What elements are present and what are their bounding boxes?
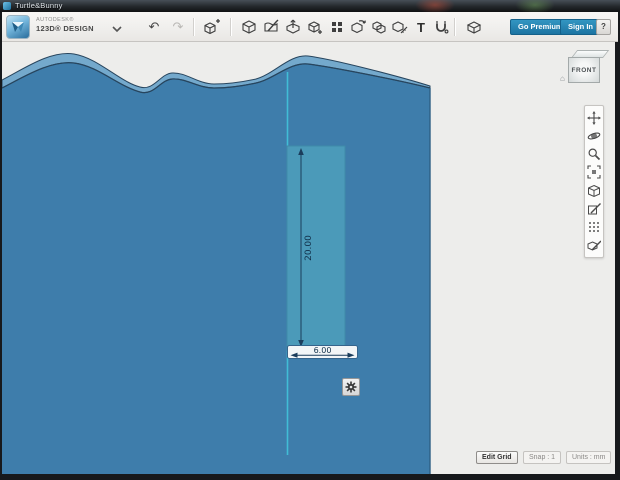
fit-icon[interactable] <box>586 164 602 180</box>
navigation-toolbar <box>584 105 604 258</box>
units-setting-button[interactable]: Units : mm <box>566 451 612 464</box>
app-taskbar-icon <box>3 2 11 10</box>
outline-visibility-icon[interactable] <box>586 201 602 217</box>
brand-text: AUTODESK® 123D® DESIGN <box>36 17 94 33</box>
snap-icon[interactable] <box>432 18 450 36</box>
toolbar-divider <box>230 18 231 36</box>
width-dimension-value[interactable]: 6.00 <box>314 346 332 355</box>
brand-autodesk: AUTODESK® <box>36 17 74 23</box>
pattern-icon[interactable] <box>328 18 346 36</box>
app-window: Turtle&Bunny AUTODESK® 123D® DESIGN ↶ ↷ <box>0 0 620 480</box>
materials-icon[interactable] <box>465 18 483 36</box>
window-titlebar: Turtle&Bunny <box>0 0 620 12</box>
grouping-icon[interactable] <box>349 18 367 36</box>
menu-chevron-down-icon[interactable] <box>108 20 126 38</box>
construct-icon[interactable] <box>284 18 302 36</box>
app-logo-icon <box>6 15 30 39</box>
wave-solid-body[interactable] <box>2 62 430 474</box>
snap-setting-button[interactable]: Snap : 1 <box>523 451 562 464</box>
combine-icon[interactable] <box>370 18 388 36</box>
height-dimension-label[interactable]: 20.00 <box>304 235 314 261</box>
sketch-rectangle[interactable] <box>286 145 346 351</box>
home-icon[interactable]: ⌂ <box>560 74 565 83</box>
shading-mode-icon[interactable] <box>586 183 602 199</box>
window-title: Turtle&Bunny <box>15 1 63 10</box>
glass-reflection <box>515 0 555 12</box>
edit-grid-button[interactable]: Edit Grid <box>476 451 518 464</box>
text-tool-icon[interactable]: T <box>412 18 430 36</box>
scene-svg: 20.00 6.00 <box>2 52 431 474</box>
toolbar-divider <box>193 18 194 36</box>
transform-icon[interactable] <box>203 18 221 36</box>
modeling-canvas: 20.00 6.00 FRONT ⌂ Edit Grid Snap: 1 Un… <box>2 42 615 474</box>
sketch-icon[interactable] <box>262 18 280 36</box>
gear-icon <box>345 381 357 393</box>
modify-icon[interactable] <box>306 18 324 36</box>
zoom-icon[interactable] <box>586 146 602 162</box>
grid-visibility-icon[interactable] <box>586 219 602 235</box>
redo-button[interactable]: ↷ <box>169 18 187 36</box>
view-cube[interactable]: FRONT ⌂ <box>560 50 610 88</box>
pan-icon[interactable] <box>586 110 602 126</box>
orbit-icon[interactable] <box>586 128 602 144</box>
main-toolbar: AUTODESK® 123D® DESIGN ↶ ↷ T Go Premium … <box>2 12 618 42</box>
glass-reflection <box>415 0 455 12</box>
undo-button[interactable]: ↶ <box>145 18 163 36</box>
brand-123d-design: 123D® DESIGN <box>36 23 94 33</box>
toolbar-divider <box>454 18 455 36</box>
sketch-visibility-icon[interactable] <box>586 237 602 253</box>
help-button[interactable]: ? <box>596 19 611 35</box>
primitives-icon[interactable] <box>240 18 258 36</box>
width-dimension[interactable]: 6.00 <box>287 345 358 359</box>
sketch-settings-button[interactable] <box>342 378 360 396</box>
sign-in-button[interactable]: Sign In <box>560 19 601 35</box>
view-cube-front-face[interactable]: FRONT <box>568 57 600 83</box>
measure-icon[interactable] <box>391 18 409 36</box>
